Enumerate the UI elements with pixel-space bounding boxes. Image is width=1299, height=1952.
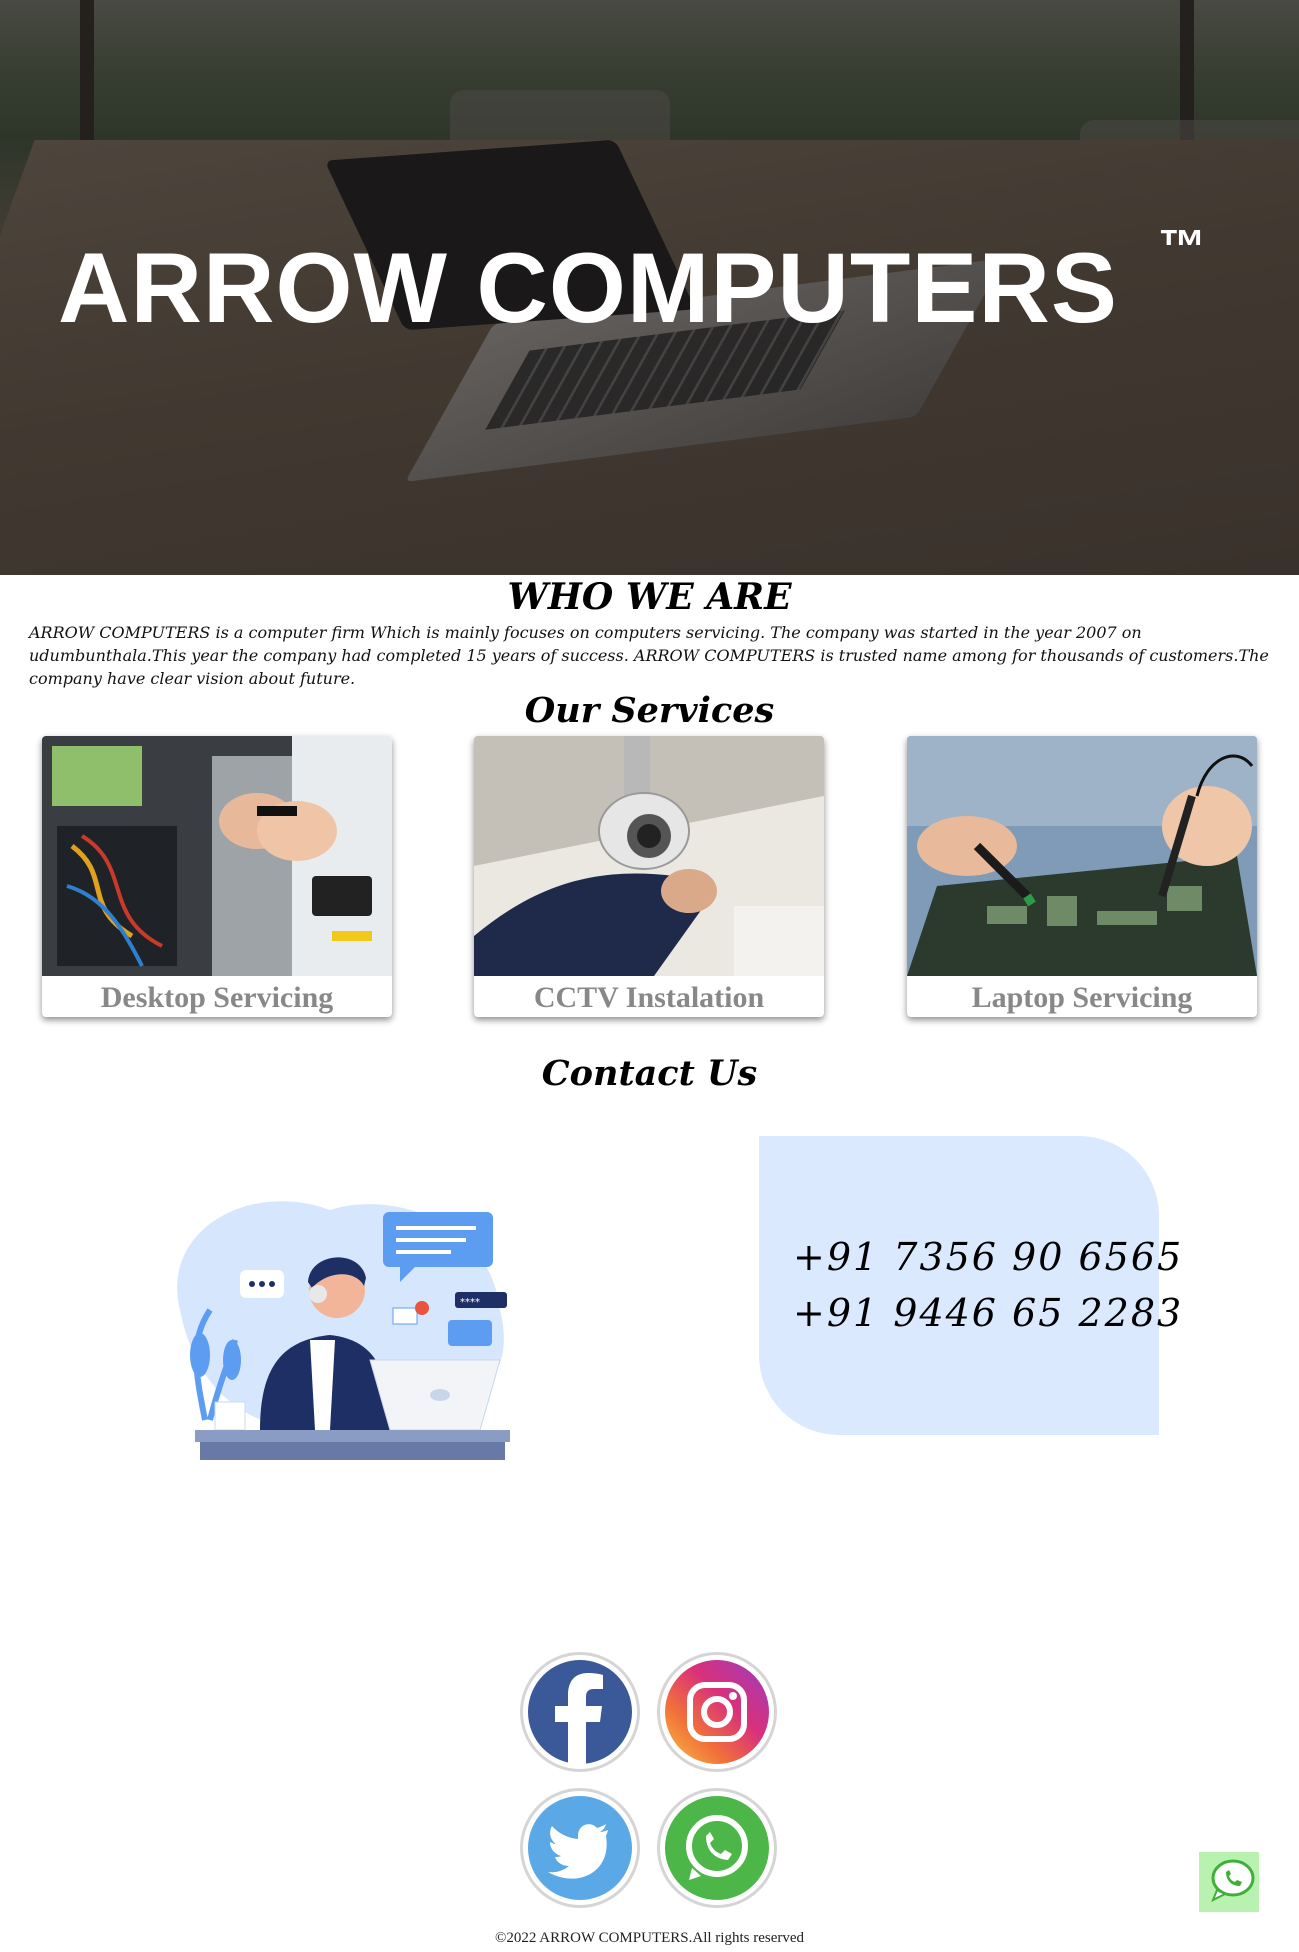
trademark-symbol: ™ — [1158, 221, 1206, 274]
laptop-servicing-caption: Laptop Servicing — [971, 981, 1193, 1014]
phone-number-2[interactable]: +91 9446 65 2283 — [793, 1294, 1183, 1332]
desktop-servicing-caption: Desktop Servicing — [100, 981, 334, 1014]
support-illustration: **** — [160, 1190, 520, 1460]
floating-whatsapp-button[interactable] — [1199, 1852, 1259, 1912]
desktop-servicing-image — [42, 736, 392, 976]
twitter-link[interactable] — [520, 1788, 640, 1908]
svg-text:****: **** — [460, 1297, 480, 1308]
facebook-icon — [528, 1660, 632, 1764]
whatsapp-icon — [665, 1796, 769, 1900]
facebook-link[interactable] — [520, 1652, 640, 1772]
instagram-link[interactable] — [657, 1652, 777, 1772]
about-text: ARROW COMPUTERS is a computer firm Which… — [29, 623, 1269, 688]
footer-copyright: ©2022 ARROW COMPUTERS.All rights reserve… — [494, 1930, 805, 1946]
instagram-icon — [665, 1660, 769, 1764]
cctv-installation-image — [474, 736, 824, 976]
twitter-icon — [528, 1796, 632, 1900]
who-we-are-heading: WHO WE ARE — [507, 576, 792, 618]
phone-number-1[interactable]: +91 7356 90 6565 — [793, 1238, 1183, 1276]
contact-phone-box — [759, 1136, 1159, 1435]
contact-heading: Contact Us — [541, 1053, 758, 1094]
service-card-desktop[interactable]: Desktop Servicing — [42, 736, 392, 1017]
services-heading: Our Services — [524, 690, 775, 731]
whatsapp-float-icon — [1211, 1859, 1255, 1903]
service-card-cctv[interactable]: CCTV Instalation — [474, 736, 824, 1017]
laptop-servicing-image — [907, 736, 1257, 976]
cctv-installation-caption: CCTV Instalation — [533, 981, 765, 1014]
whatsapp-link[interactable] — [657, 1788, 777, 1908]
service-card-laptop[interactable]: Laptop Servicing — [907, 736, 1257, 1017]
site-title: ARROW COMPUTERS — [58, 232, 1118, 343]
hero-banner: ARROW COMPUTERS ™ — [0, 0, 1299, 575]
